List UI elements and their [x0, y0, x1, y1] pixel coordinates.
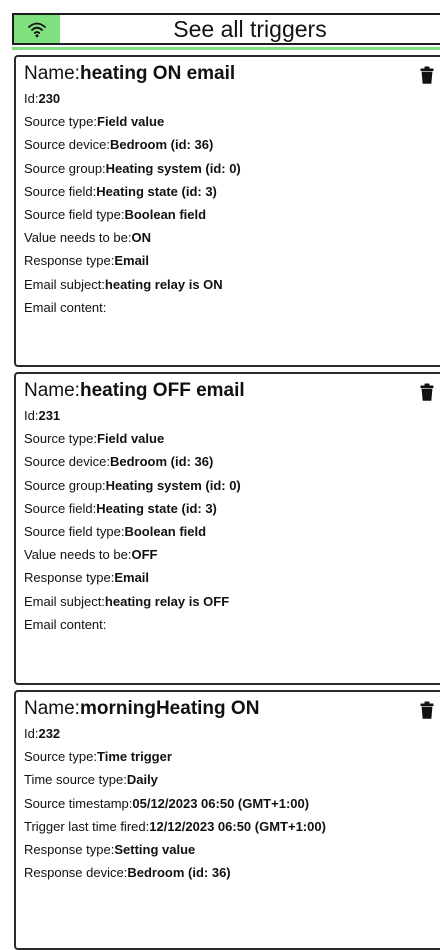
trigger-field: Source type:Field value	[24, 114, 165, 130]
app-header: See all triggers	[12, 13, 440, 45]
trigger-field: Trigger last time fired:12/12/2023 06:50…	[24, 818, 326, 834]
trigger-field: Response device:Bedroom (id: 36)	[24, 865, 231, 881]
trigger-field: Email subject:heating relay is ON	[24, 276, 223, 292]
trigger-field: Response type:Email	[24, 570, 150, 586]
trigger-field: Source group:Heating system (id: 0)	[24, 477, 241, 493]
trigger-card: Name:morningHeating ON Id:232 Source typ…	[14, 690, 440, 950]
trigger-field: Value needs to be:ON	[24, 230, 151, 246]
trigger-field: Value needs to be:OFF	[24, 547, 158, 563]
trigger-field: Response type:Setting value	[24, 841, 196, 857]
trigger-field: Email content:	[24, 616, 107, 632]
trigger-name: Name:heating ON email	[24, 63, 236, 84]
trigger-name: Name:morningHeating ON	[24, 698, 260, 719]
trigger-field: Source field:Heating state (id: 3)	[24, 183, 217, 199]
trigger-field: Source device:Bedroom (id: 36)	[24, 454, 214, 470]
trigger-field: Id:231	[24, 408, 61, 423]
header-divider	[12, 47, 440, 50]
trash-icon[interactable]	[420, 701, 434, 719]
page-title: See all triggers	[173, 16, 327, 42]
wifi-button[interactable]	[14, 15, 60, 43]
trigger-field: Source type:Field value	[24, 431, 165, 447]
trigger-field: Source type:Time trigger	[24, 749, 172, 765]
trigger-field: Source timestamp:05/12/2023 06:50 (GMT+1…	[24, 795, 310, 811]
trigger-field: Source field type:Boolean field	[24, 523, 207, 539]
trigger-field: Email content:	[24, 299, 107, 315]
trash-icon[interactable]	[420, 66, 434, 84]
trigger-field: Source field:Heating state (id: 3)	[24, 500, 217, 516]
trigger-field: Source field type:Boolean field	[24, 206, 207, 222]
trash-icon[interactable]	[420, 383, 434, 401]
trigger-name: Name:heating OFF email	[24, 380, 245, 401]
trigger-field: Email subject:heating relay is OFF	[24, 593, 230, 609]
trigger-field: Id:232	[24, 726, 61, 741]
trigger-field: Response type:Email	[24, 253, 150, 269]
trigger-card: Name:heating ON email Id:230 Source type…	[14, 55, 440, 367]
trigger-field: Source device:Bedroom (id: 36)	[24, 137, 214, 153]
trigger-field: Time source type:Daily	[24, 772, 158, 788]
wifi-icon	[28, 22, 46, 38]
trigger-field: Id:230	[24, 91, 61, 106]
trigger-card: Name:heating OFF email Id:231 Source typ…	[14, 372, 440, 685]
trigger-field: Source group:Heating system (id: 0)	[24, 160, 241, 176]
